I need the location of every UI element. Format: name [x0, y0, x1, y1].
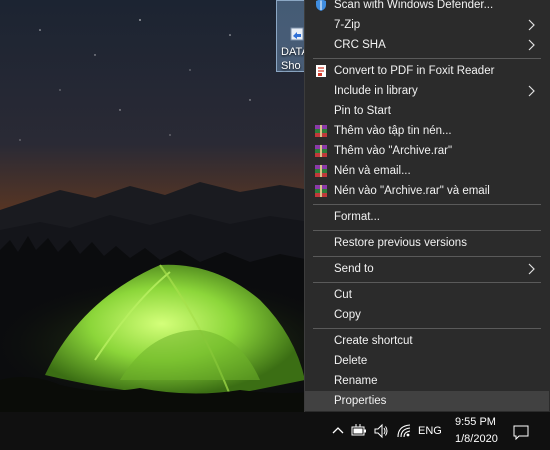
defender-shield-icon — [316, 0, 326, 11]
menu-item-delete[interactable]: Delete — [305, 351, 549, 371]
menu-item-label: 7-Zip — [334, 19, 361, 31]
menu-item-label: Properties — [334, 395, 387, 407]
menu-item-format[interactable]: Format... — [305, 207, 549, 227]
menu-item-label: Convert to PDF in Foxit Reader — [334, 65, 495, 77]
winrar-icon — [315, 165, 327, 177]
menu-item-crc-sha[interactable]: CRC SHA — [305, 35, 549, 55]
menu-item-winrar-add-to-rar[interactable]: Thêm vào "Archive.rar" — [305, 141, 549, 161]
menu-item-label: Thêm vào tập tin nén... — [334, 125, 452, 137]
chevron-right-icon — [528, 19, 535, 31]
context-menu: Scan with Windows Defender... 7-Zip CRC … — [304, 0, 550, 412]
taskbar: ENG 9:55 PM 1/8/2020 — [0, 412, 550, 450]
menu-item-label: Copy — [334, 309, 361, 321]
menu-item-include-in-library[interactable]: Include in library — [305, 81, 549, 101]
notification-icon[interactable] — [513, 424, 529, 440]
menu-item-rename[interactable]: Rename — [305, 371, 549, 391]
menu-item-pin-to-start[interactable]: Pin to Start — [305, 101, 549, 121]
menu-item-7zip[interactable]: 7-Zip — [305, 15, 549, 35]
menu-item-properties[interactable]: Properties — [305, 391, 549, 411]
menu-separator — [313, 256, 541, 257]
menu-item-winrar-add-archive[interactable]: Thêm vào tập tin nén... — [305, 121, 549, 141]
menu-item-label: Send to — [334, 263, 374, 275]
menu-item-label: Format... — [334, 211, 381, 223]
volume-icon[interactable] — [373, 423, 389, 439]
battery-icon[interactable] — [351, 423, 367, 439]
menu-item-label: Nén vào "Archive.rar" và email — [334, 185, 490, 197]
clock-time[interactable]: 9:55 PM — [455, 416, 496, 428]
menu-item-label: CRC SHA — [334, 39, 386, 51]
menu-separator — [313, 328, 541, 329]
menu-separator — [313, 58, 541, 59]
menu-item-label: Pin to Start — [334, 105, 391, 117]
winrar-icon — [315, 125, 327, 137]
chevron-right-icon — [528, 39, 535, 51]
menu-item-label: Include in library — [334, 85, 418, 97]
menu-item-label: Scan with Windows Defender... — [334, 0, 494, 11]
menu-item-winrar-compress-email[interactable]: Nén và email... — [305, 161, 549, 181]
menu-item-label: Rename — [334, 375, 378, 387]
menu-item-convert-pdf-foxit[interactable]: Convert to PDF in Foxit Reader — [305, 61, 549, 81]
menu-item-cut[interactable]: Cut — [305, 285, 549, 305]
menu-item-label: Restore previous versions — [334, 237, 467, 249]
menu-separator — [313, 204, 541, 205]
menu-item-label: Delete — [334, 355, 368, 367]
wifi-icon[interactable] — [396, 423, 412, 439]
chevron-right-icon — [528, 85, 535, 97]
foxit-pdf-icon — [316, 65, 326, 77]
input-language-indicator[interactable]: ENG — [418, 425, 442, 437]
menu-item-winrar-compress-rar-email[interactable]: Nén vào "Archive.rar" và email — [305, 181, 549, 201]
chevron-right-icon — [528, 263, 535, 275]
menu-item-label: Create shortcut — [334, 335, 413, 347]
menu-item-restore-previous-versions[interactable]: Restore previous versions — [305, 233, 549, 253]
menu-item-label: Nén và email... — [334, 165, 411, 177]
winrar-icon — [315, 185, 327, 197]
clock-date[interactable]: 1/8/2020 — [455, 433, 498, 445]
menu-item-copy[interactable]: Copy — [305, 305, 549, 325]
menu-separator — [313, 230, 541, 231]
menu-item-scan-defender[interactable]: Scan with Windows Defender... — [305, 0, 549, 15]
menu-separator — [313, 282, 541, 283]
menu-item-label: Thêm vào "Archive.rar" — [334, 145, 453, 157]
winrar-icon — [315, 145, 327, 157]
menu-item-send-to[interactable]: Send to — [305, 259, 549, 279]
menu-item-create-shortcut[interactable]: Create shortcut — [305, 331, 549, 351]
menu-item-label: Cut — [334, 289, 352, 301]
chevron-up-icon[interactable] — [330, 423, 346, 439]
